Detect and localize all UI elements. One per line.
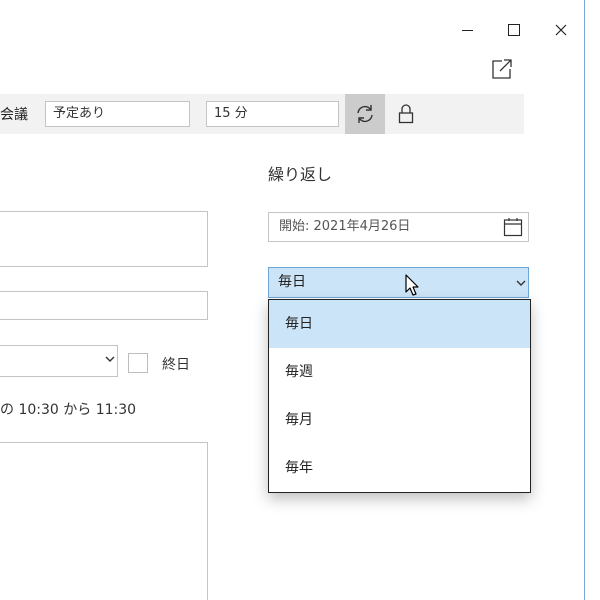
private-lock-button[interactable] <box>392 98 420 130</box>
chevron-down-icon <box>105 356 115 362</box>
time-select[interactable] <box>0 345 118 377</box>
popout-button[interactable] <box>490 58 514 80</box>
reminder-field[interactable]: 15 分 <box>206 101 339 127</box>
minimize-button[interactable] <box>444 12 490 48</box>
event-time-summary: の 10:30 から 11:30 <box>0 402 137 418</box>
notes-textarea[interactable] <box>0 442 208 600</box>
location-input[interactable] <box>0 291 208 320</box>
frequency-dropdown-toggle[interactable] <box>514 270 528 296</box>
frequency-option-weekly[interactable]: 毎週 <box>269 348 530 396</box>
repeat-icon <box>357 105 373 123</box>
all-day-checkbox[interactable] <box>128 353 148 373</box>
meeting-label: 会議 <box>0 107 28 123</box>
all-day-label: 終日 <box>162 357 190 373</box>
recurrence-heading: 繰り返し <box>268 165 333 184</box>
frequency-select[interactable]: 毎日 <box>268 267 529 298</box>
frequency-option-monthly[interactable]: 毎月 <box>269 396 530 444</box>
close-icon <box>555 24 567 36</box>
lock-icon <box>398 104 414 124</box>
mouse-cursor-icon <box>405 274 419 296</box>
title-input[interactable] <box>0 211 208 267</box>
event-window: 会議 予定あり 15 分 終日 の 10:30 から 11:30 繰り返し 開始… <box>0 0 585 600</box>
chevron-down-icon <box>516 280 526 286</box>
maximize-button[interactable] <box>491 12 537 48</box>
start-date-field[interactable]: 開始: 2021年4月26日 <box>268 212 529 242</box>
close-button[interactable] <box>538 12 584 48</box>
busy-status-field[interactable]: 予定あり <box>45 101 190 127</box>
frequency-dropdown-list: 毎日 毎週 毎月 毎年 <box>268 299 531 493</box>
frequency-option-yearly[interactable]: 毎年 <box>269 444 530 492</box>
popout-icon <box>492 59 512 79</box>
calendar-icon[interactable] <box>503 217 523 237</box>
frequency-option-daily[interactable]: 毎日 <box>269 300 530 348</box>
repeat-button[interactable] <box>345 94 385 134</box>
